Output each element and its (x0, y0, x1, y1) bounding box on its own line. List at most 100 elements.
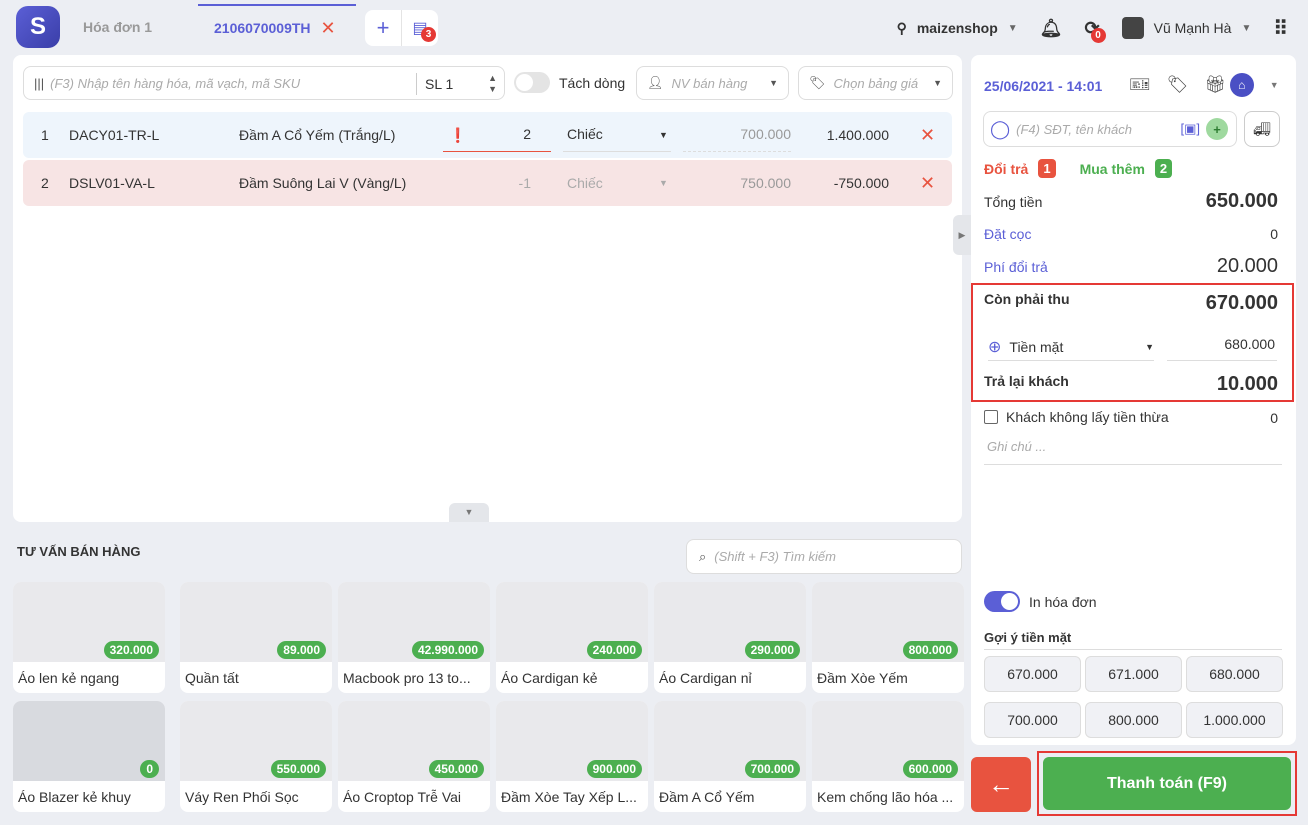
delivery-button[interactable]: 🚚︎ (1244, 111, 1280, 147)
product-card[interactable]: 800.000 Đầm Xòe Yếm (812, 582, 964, 693)
product-price: 450.000 (428, 760, 484, 778)
product-card[interactable]: 320.000 Áo len kẻ ngang (13, 582, 165, 693)
cash-suggestion-button[interactable]: 671.000 (1085, 656, 1182, 692)
product-card[interactable]: 240.000 Áo Cardigan kẻ (496, 582, 648, 693)
chevron-down-icon: ▼ (769, 78, 778, 88)
invoice-count-badge: 3 (421, 27, 436, 42)
user-menu[interactable]: Vũ Mạnh Hà ▼ (1121, 17, 1252, 39)
product-price: 0 (140, 760, 159, 778)
payment-method-select[interactable]: ⊕ Tiền mặt ▼ (988, 333, 1154, 361)
product-card[interactable]: 900.000 Đầm Xòe Tay Xếp L... (496, 701, 648, 812)
product-card[interactable]: 42.990.000 Macbook pro 13 to... (338, 582, 490, 693)
product-name: Áo Croptop Trễ Vai (343, 789, 462, 805)
product-card[interactable]: 89.000 Quần tất (180, 582, 332, 693)
location-icon: ⚲ (896, 19, 907, 36)
tab-active-invoice[interactable]: 2106070009TH ✕ (198, 4, 356, 50)
product-price: 290.000 (744, 641, 800, 659)
close-icon[interactable]: ✕ (321, 18, 336, 39)
tab-label: 2106070009TH (214, 20, 311, 36)
print-invoice-toggle[interactable] (984, 591, 1020, 612)
buy-more-tab[interactable]: Mua thêm (1080, 161, 1145, 177)
cash-suggestion-button[interactable]: 800.000 (1085, 702, 1182, 738)
invoice-list-button[interactable]: ▤ 3 (401, 10, 438, 46)
split-line-toggle[interactable] (514, 72, 550, 93)
product-price: 700.000 (744, 760, 800, 778)
expand-panel-icon[interactable]: ▶ (953, 215, 971, 255)
unit-value: Chiếc (567, 126, 603, 142)
no-change-checkbox[interactable]: Khách không lấy tiền thừa (984, 409, 1169, 425)
product-search-input[interactable]: ||| (F3) Nhập tên hàng hóa, mã vạch, mã S… (23, 66, 505, 100)
line-total: -750.000 (833, 175, 889, 191)
return-count-badge: 1 (1038, 159, 1056, 178)
unit-select[interactable]: Chiếc (567, 175, 603, 191)
search-icon: ⌕ (699, 548, 707, 564)
customer-search-input[interactable]: ◯ (F4) SĐT, tên khách [▣] + (983, 111, 1237, 147)
price-input[interactable]: 750.000 (683, 175, 791, 191)
qty-input[interactable]: -1 (443, 175, 551, 191)
product-price: 900.000 (586, 760, 642, 778)
price-input[interactable]: 700.000 (683, 126, 791, 152)
tab-invoice-1[interactable]: Hóa đơn 1 (83, 19, 152, 35)
checkbox-icon[interactable] (984, 410, 998, 424)
back-button[interactable]: ← (971, 757, 1031, 812)
scan-icon[interactable]: [▣] (1180, 121, 1200, 137)
product-card[interactable]: 0 Áo Blazer kẻ khuy (13, 701, 165, 812)
add-tab-button[interactable]: + (365, 10, 401, 46)
user-name: Vũ Mạnh Hà (1153, 20, 1232, 36)
stepper-arrows-icon[interactable]: ▲ ▼ (488, 73, 497, 95)
table-row[interactable]: 1 DACY01-TR-L Đầm A Cổ Yếm (Trắng/L) ❗ 2… (23, 112, 952, 158)
chevron-down-icon: ▼ (1241, 22, 1252, 34)
app-logo: S (16, 6, 60, 48)
pricebook-select[interactable]: 🏷︎ Chọn bảng giá ▼ (798, 66, 953, 100)
staff-select[interactable]: 👤︎ NV bán hàng ▼ (636, 66, 789, 100)
payment-method: Tiền mặt (1009, 338, 1064, 355)
store-selector[interactable]: ⚲ maizenshop ▼ (897, 20, 1018, 37)
apps-grid-icon[interactable]: ⠿ (1273, 16, 1288, 41)
change-label: Trả lại khách (984, 373, 1069, 389)
product-name: Áo Cardigan nỉ (659, 670, 752, 686)
add-circle-icon[interactable]: ⊕ (988, 337, 1001, 357)
user-icon: ◯ (990, 118, 1011, 139)
unit-select[interactable]: Chiếc ▼ (563, 126, 671, 152)
bell-icon[interactable]: 🔔︎ (1040, 18, 1063, 39)
product-name: Áo len kẻ ngang (18, 670, 120, 686)
product-card[interactable]: 290.000 Áo Cardigan nỉ (654, 582, 806, 693)
qty-input[interactable]: 2 (443, 126, 551, 152)
product-card[interactable]: 700.000 Đầm A Cổ Yếm (654, 701, 806, 812)
collapse-toggle-icon[interactable]: ▼ (449, 503, 489, 522)
chevron-down-icon[interactable]: ▼ (1270, 80, 1279, 90)
paid-amount-input[interactable]: 680.000 (1167, 333, 1277, 361)
product-card[interactable]: 550.000 Váy Ren Phối Sọc (180, 701, 332, 812)
return-fee-label[interactable]: Phí đổi trả (984, 259, 1048, 275)
delete-icon[interactable]: ✕ (920, 125, 935, 146)
store-icon[interactable]: ⌂ (1229, 73, 1254, 97)
product-grid-search[interactable]: ⌕ (Shift + F3) Tìm kiếm (686, 539, 962, 574)
delete-icon[interactable]: ✕ (920, 173, 935, 194)
product-name: Macbook pro 13 to... (343, 670, 471, 686)
sync-icon[interactable]: ⟳ 0 (1085, 18, 1106, 43)
invoice-datetime[interactable]: 25/06/2021 - 14:01 (984, 78, 1102, 94)
product-price: 550.000 (270, 760, 326, 778)
add-customer-icon[interactable]: + (1206, 118, 1228, 140)
coupon-icon[interactable]: 🏷︎ (1167, 75, 1189, 95)
cash-suggestion-button[interactable]: 1.000.000 (1186, 702, 1283, 738)
product-card[interactable]: 600.000 Kem chống lão hóa ... (812, 701, 964, 812)
search-placeholder: (F3) Nhập tên hàng hóa, mã vạch, mã SKU (50, 75, 301, 91)
gift-icon[interactable]: 🎁︎ (1204, 75, 1226, 95)
cash-suggestion-button[interactable]: 670.000 (984, 656, 1081, 692)
cash-suggestion-button[interactable]: 700.000 (984, 702, 1081, 738)
table-row[interactable]: 2 DSLV01-VA-L Đầm Suông Lai V (Vàng/L) -… (23, 160, 952, 206)
deposit-label[interactable]: Đặt cọc (984, 226, 1031, 242)
cash-suggestion-button[interactable]: 680.000 (1186, 656, 1283, 692)
product-card[interactable]: 450.000 Áo Croptop Trễ Vai (338, 701, 490, 812)
quantity-stepper[interactable]: SL 1 ▲ ▼ (416, 73, 501, 95)
staff-placeholder: NV bán hàng (671, 75, 748, 91)
note-input[interactable]: Ghi chú ... (984, 435, 1282, 465)
truck-icon: 🚚︎ (1253, 120, 1271, 137)
pay-button[interactable]: Thanh toán (F9) (1043, 757, 1291, 810)
amount-due-label: Còn phải thu (984, 291, 1070, 307)
return-tab[interactable]: Đổi trả (984, 161, 1028, 177)
product-name: Quần tất (185, 670, 239, 686)
voucher-icon[interactable]: 🎫︎ (1129, 75, 1151, 95)
return-fee-value[interactable]: 20.000 (1217, 255, 1278, 278)
